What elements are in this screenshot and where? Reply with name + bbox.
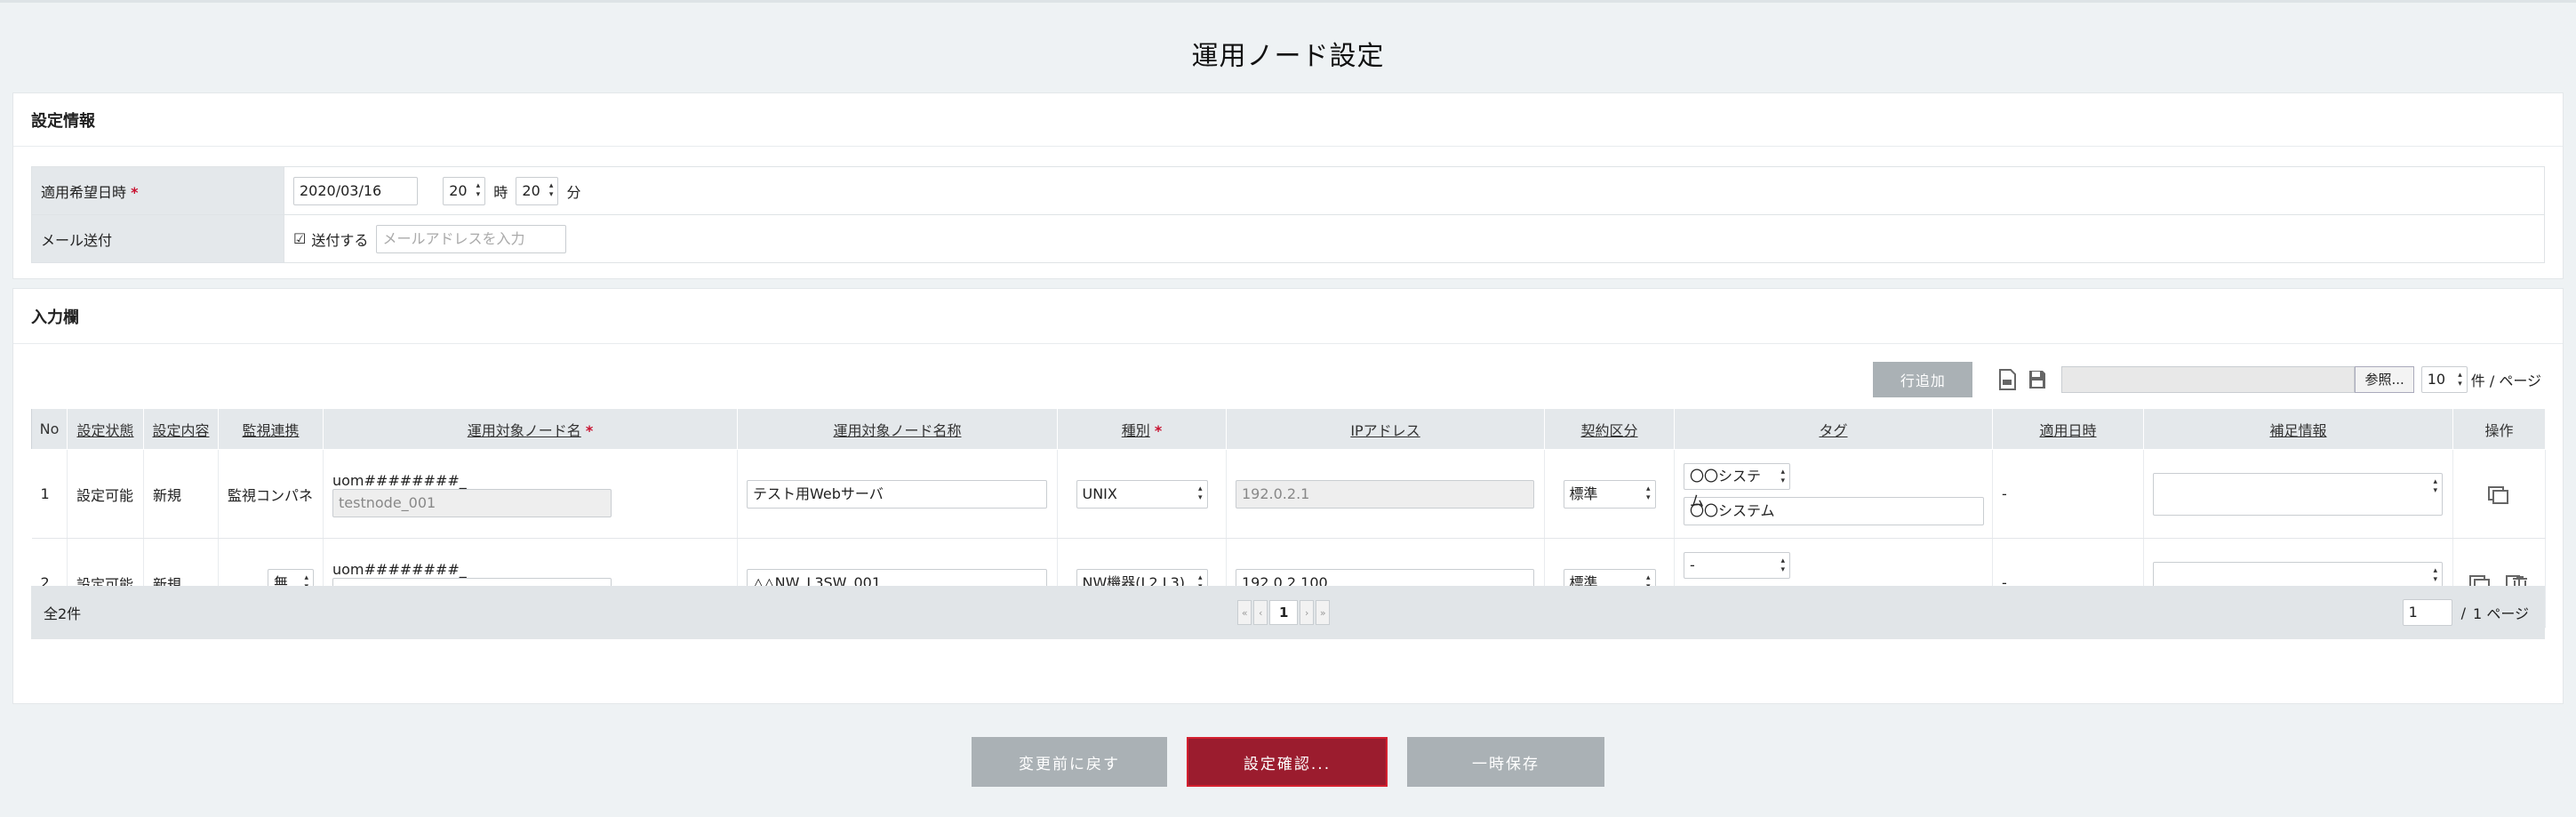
file-path-field[interactable]: [2061, 366, 2356, 393]
confirm-button[interactable]: 設定確認...: [1187, 737, 1388, 787]
settings-form: 適用希望日時 * 2020/03/16 20 時 20 分 メール送付 ☑ 送付す…: [31, 166, 2545, 263]
required-mark: *: [131, 183, 139, 201]
page-number-input[interactable]: 1: [2402, 599, 2452, 626]
per-page-select[interactable]: 10: [2420, 366, 2468, 393]
col-tag[interactable]: タグ: [1674, 408, 1993, 450]
col-node-label[interactable]: 運用対象ノード名称: [737, 408, 1058, 450]
col-no: No: [31, 408, 68, 450]
page-separator: /: [2460, 604, 2467, 621]
tag-select[interactable]: 〇〇システム: [1684, 462, 1790, 509]
minute-unit: 分: [566, 183, 581, 201]
col-node-name[interactable]: 運用対象ノード名 *: [323, 408, 738, 450]
first-page-button[interactable]: «: [1237, 600, 1252, 625]
col-content[interactable]: 設定内容: [143, 408, 219, 450]
total-count: 全2件: [44, 605, 82, 622]
save-icon[interactable]: [2026, 368, 2049, 391]
page-title: 運用ノード設定: [1191, 41, 1385, 72]
table-row: 1 設定可能 新規 監視コンパネ uom########_ testnode_0…: [31, 449, 2546, 539]
type-select[interactable]: UNIX: [1076, 479, 1208, 509]
hour-unit: 時: [493, 183, 508, 201]
current-page[interactable]: 1: [1269, 600, 1299, 625]
next-page-button[interactable]: ›: [1300, 600, 1315, 625]
row-content: 新規: [143, 449, 219, 539]
col-contract[interactable]: 契約区分: [1544, 408, 1675, 450]
col-apply-date[interactable]: 適用日時: [1992, 408, 2144, 450]
node-label-input[interactable]: テスト用Webサーバ: [747, 479, 1047, 509]
note-textarea[interactable]: [2153, 472, 2443, 516]
per-page-unit: 件 / ページ: [2470, 372, 2541, 389]
node-prefix: uom########_: [332, 560, 467, 578]
tag-select[interactable]: -: [1684, 551, 1790, 579]
settings-heading: 設定情報: [13, 93, 2563, 147]
contract-select[interactable]: 標準: [1563, 479, 1656, 509]
ip-input: 192.0.2.1: [1236, 479, 1534, 509]
page-total: 1 ページ: [2473, 605, 2529, 622]
col-status[interactable]: 設定状態: [67, 408, 144, 450]
hour-select[interactable]: 20: [443, 176, 486, 205]
row-status: 設定可能: [67, 449, 144, 539]
grid-header: No 設定状態 設定内容 監視連携 運用対象ノード名 * 運用対象ノード名称 種…: [31, 408, 2546, 450]
last-page-button[interactable]: »: [1316, 600, 1331, 625]
settings-panel: 設定情報 適用希望日時 * 2020/03/16 20 時 20 分 メール送付…: [12, 92, 2564, 279]
row-no: 1: [31, 449, 68, 539]
mail-check-label: 送付する: [311, 231, 369, 249]
row-apply-date: -: [1992, 449, 2144, 539]
mail-address-input[interactable]: メールアドレスを入力: [376, 224, 567, 253]
node-name-input: testnode_001: [332, 488, 612, 517]
mail-checkbox[interactable]: ☑: [293, 230, 306, 247]
browse-button[interactable]: 参照...: [2355, 366, 2414, 393]
temp-save-button[interactable]: 一時保存: [1407, 737, 1604, 787]
date-input[interactable]: 2020/03/16: [293, 176, 418, 205]
grid-toolbar: 行追加 参照... 10 件 / ページ: [1873, 360, 2545, 399]
input-heading: 入力欄: [13, 289, 2563, 344]
top-border: [0, 0, 2576, 3]
add-row-button[interactable]: 行追加: [1873, 362, 1973, 397]
col-ip[interactable]: IPアドレス: [1226, 408, 1545, 450]
prev-page-button[interactable]: ‹: [1253, 600, 1268, 625]
date-label: 適用希望日時 *: [31, 166, 284, 215]
col-monitor[interactable]: 監視連携: [218, 408, 324, 450]
row-monitor: 監視コンパネ: [218, 449, 324, 539]
input-panel: 入力欄 行追加 参照... 10 件 / ページ No 設定状態 設定内容 監視…: [12, 288, 2564, 704]
copy-icon[interactable]: [2487, 484, 2512, 505]
mail-label: メール送付: [31, 214, 284, 263]
col-actions: 操作: [2452, 408, 2546, 450]
col-note[interactable]: 補足情報: [2143, 408, 2453, 450]
csv-download-icon[interactable]: [1996, 368, 2019, 391]
tag-input[interactable]: 〇〇システム: [1684, 496, 1984, 525]
col-type[interactable]: 種別 *: [1057, 408, 1227, 450]
node-prefix: uom########_: [332, 471, 467, 489]
pager-bar: 全2件 « ‹ 1 › » 1 / 1 ページ: [31, 586, 2545, 639]
minute-select[interactable]: 20: [516, 176, 559, 205]
revert-button[interactable]: 変更前に戻す: [972, 737, 1167, 787]
